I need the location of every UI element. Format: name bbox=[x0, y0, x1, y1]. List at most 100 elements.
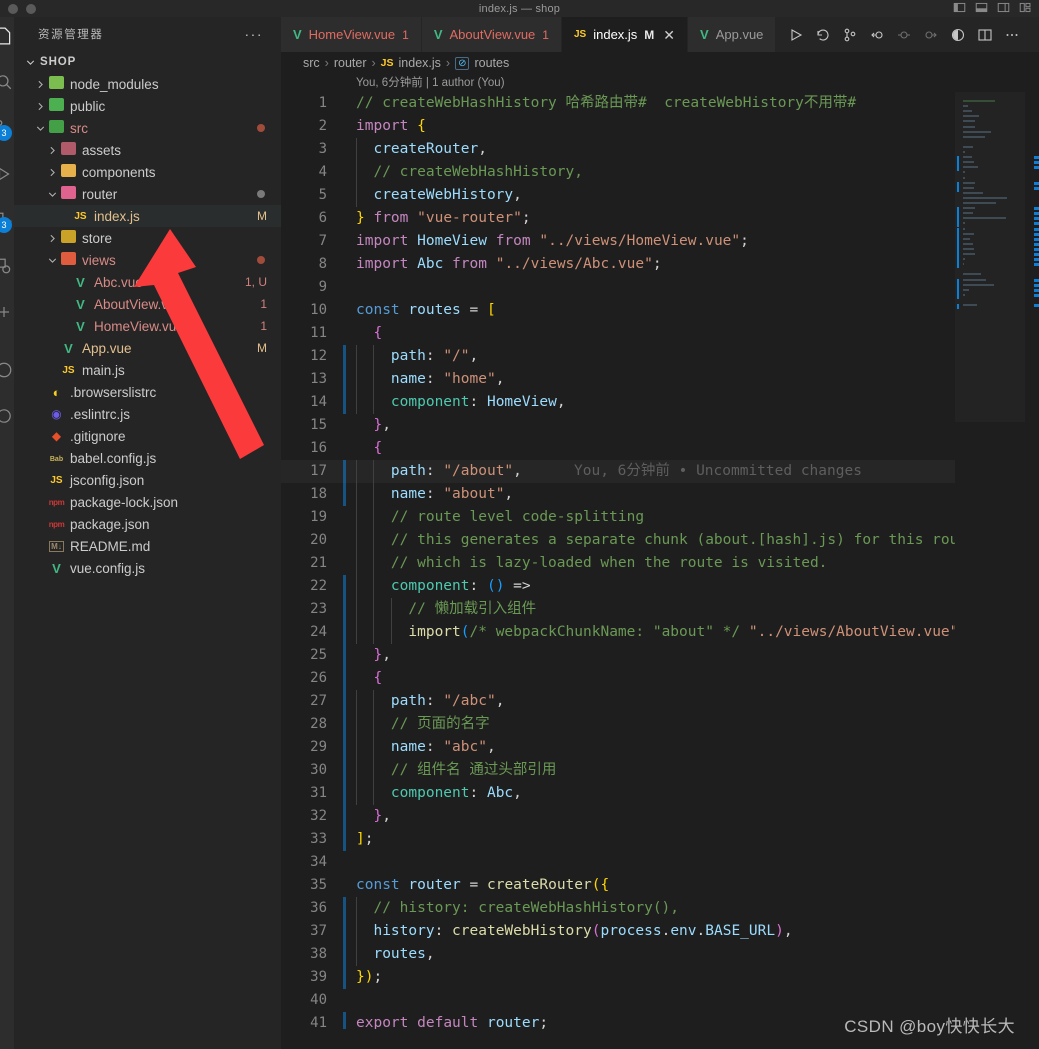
code-line-14[interactable]: 14 component: HomeView, bbox=[281, 391, 1039, 414]
toggle-panel-icon[interactable] bbox=[974, 1, 989, 14]
breadcrumb-item[interactable]: src bbox=[303, 56, 320, 70]
tree-item-assets[interactable]: assets bbox=[14, 139, 281, 161]
chevron-right-icon[interactable] bbox=[46, 166, 59, 179]
code-line-40[interactable]: 40 bbox=[281, 989, 1039, 1012]
customize-layout-icon[interactable] bbox=[1018, 1, 1033, 14]
tree-item-app-vue[interactable]: V App.vue M bbox=[14, 337, 281, 359]
code-line-25[interactable]: 25 }, bbox=[281, 644, 1039, 667]
tree-item-router[interactable]: router bbox=[14, 183, 281, 205]
clock-icon[interactable] bbox=[950, 27, 966, 43]
editor-tab-homeview-vue[interactable]: V HomeView.vue 1 bbox=[281, 17, 422, 52]
tree-item-package-json[interactable]: npm package.json bbox=[14, 513, 281, 535]
tree-item-index-js[interactable]: JS index.js M bbox=[14, 205, 281, 227]
chevron-down-icon[interactable] bbox=[34, 122, 47, 135]
tree-item-aboutview-vue[interactable]: V AboutView.vue 1 bbox=[14, 293, 281, 315]
split-editor-icon[interactable] bbox=[977, 27, 993, 43]
breadcrumb-item[interactable]: router bbox=[334, 56, 367, 70]
code-line-30[interactable]: 30 // 组件名 通过头部引用 bbox=[281, 759, 1039, 782]
tree-item-node_modules[interactable]: node_modules bbox=[14, 73, 281, 95]
tree-item-readme-md[interactable]: M↓ README.md bbox=[14, 535, 281, 557]
file-tree[interactable]: node_modules public src assets components rou… bbox=[14, 73, 281, 579]
code-line-3[interactable]: 3 createRouter, bbox=[281, 138, 1039, 161]
breadcrumb-item[interactable]: routes bbox=[474, 56, 509, 70]
code-line-4[interactable]: 4 // createWebHashHistory, bbox=[281, 161, 1039, 184]
tree-item-vue-config-js[interactable]: Vvue.config.js bbox=[14, 557, 281, 579]
explorer-more-actions-icon[interactable]: ··· bbox=[245, 27, 264, 41]
code-line-18[interactable]: 18 name: "about", bbox=[281, 483, 1039, 506]
code-line-38[interactable]: 38 routes, bbox=[281, 943, 1039, 966]
editor-tab-index-js[interactable]: JS index.js M ✕ bbox=[561, 17, 689, 52]
code-line-17[interactable]: 17 path: "/about", You, 6分钟前 • Uncommitte… bbox=[281, 460, 1039, 483]
code-line-23[interactable]: 23 // 懒加载引入组件 bbox=[281, 598, 1039, 621]
tree-item-babel-config-js[interactable]: Bab babel.config.js bbox=[14, 447, 281, 469]
activity-bar[interactable]: 3 3 bbox=[0, 17, 14, 1049]
code-line-28[interactable]: 28 // 页面的名字 bbox=[281, 713, 1039, 736]
code-editor[interactable]: 1 // createWebHashHistory 哈希路由带# createWe… bbox=[281, 92, 1039, 1029]
code-line-29[interactable]: 29 name: "abc", bbox=[281, 736, 1039, 759]
chevron-right-icon[interactable] bbox=[34, 100, 47, 113]
code-line-39[interactable]: 39}); bbox=[281, 966, 1039, 989]
code-line-12[interactable]: 12 path: "/", bbox=[281, 345, 1039, 368]
code-line-21[interactable]: 21 // which is lazy-loaded when the rout… bbox=[281, 552, 1039, 575]
toggle-secondary-sidebar-icon[interactable] bbox=[996, 1, 1011, 14]
tree-item-views[interactable]: views bbox=[14, 249, 281, 271]
code-line-7[interactable]: 7 import HomeView from "../views/HomeView… bbox=[281, 230, 1039, 253]
tree-item-src[interactable]: src bbox=[14, 117, 281, 139]
workspace-root-row[interactable]: SHOP bbox=[14, 51, 281, 73]
code-line-37[interactable]: 37 history: createWebHistory(process.env… bbox=[281, 920, 1039, 943]
more-actions-icon[interactable] bbox=[1004, 27, 1020, 43]
tree-item-package-lock-json[interactable]: npm package-lock.json bbox=[14, 491, 281, 513]
tree-item-components[interactable]: components bbox=[14, 161, 281, 183]
editor-tab-bar[interactable]: V HomeView.vue 1 V AboutView.vue 1 JS index.js M… bbox=[281, 17, 1039, 52]
code-line-31[interactable]: 31 component: Abc, bbox=[281, 782, 1039, 805]
editor-actions[interactable] bbox=[778, 17, 1030, 52]
history-icon[interactable] bbox=[815, 27, 831, 43]
breadcrumb[interactable]: src › router › JS index.js › ⊘ routes bbox=[281, 52, 1039, 74]
code-line-2[interactable]: 2 import { bbox=[281, 115, 1039, 138]
code-line-32[interactable]: 32 }, bbox=[281, 805, 1039, 828]
chevron-down-icon[interactable] bbox=[46, 254, 59, 267]
code-line-24[interactable]: 24 import(/* webpackChunkName: "about" *… bbox=[281, 621, 1039, 644]
code-line-13[interactable]: 13 name: "home", bbox=[281, 368, 1039, 391]
code-line-10[interactable]: 10 const routes = [ bbox=[281, 299, 1039, 322]
code-line-19[interactable]: 19 // route level code-splitting bbox=[281, 506, 1039, 529]
tree-item-abc-vue[interactable]: V Abc.vue 1, U bbox=[14, 271, 281, 293]
tree-item-homeview-vue[interactable]: V HomeView.vue 1 bbox=[14, 315, 281, 337]
minimap[interactable] bbox=[955, 92, 1025, 1029]
layout-toggle-group[interactable] bbox=[952, 1, 1033, 14]
editor-tab-aboutview-vue[interactable]: V AboutView.vue 1 bbox=[421, 17, 562, 52]
code-line-27[interactable]: 27 path: "/abc", bbox=[281, 690, 1039, 713]
tree-item-jsconfig-json[interactable]: JS jsconfig.json bbox=[14, 469, 281, 491]
code-line-16[interactable]: 16 { bbox=[281, 437, 1039, 460]
code-line-5[interactable]: 5 createWebHistory, bbox=[281, 184, 1039, 207]
code-line-26[interactable]: 26 { bbox=[281, 667, 1039, 690]
tree-item-public[interactable]: public bbox=[14, 95, 281, 117]
tree-item--eslintrc-js[interactable]: ◉ .eslintrc.js bbox=[14, 403, 281, 425]
code-line-34[interactable]: 34 bbox=[281, 851, 1039, 874]
close-tab-icon[interactable]: ✕ bbox=[663, 28, 675, 42]
source-control-icon[interactable] bbox=[842, 27, 858, 43]
tree-item--gitignore[interactable]: ◆ .gitignore bbox=[14, 425, 281, 447]
step-back-icon[interactable] bbox=[869, 27, 885, 43]
code-line-22[interactable]: 22 component: () => bbox=[281, 575, 1039, 598]
code-line-15[interactable]: 15 }, bbox=[281, 414, 1039, 437]
editor-tab-app-vue[interactable]: V App.vue bbox=[688, 17, 777, 52]
tree-item-main-js[interactable]: JS main.js bbox=[14, 359, 281, 381]
code-line-6[interactable]: 6} from "vue-router"; bbox=[281, 207, 1039, 230]
chevron-right-icon[interactable] bbox=[46, 144, 59, 157]
code-line-1[interactable]: 1 // createWebHashHistory 哈希路由带# createWe… bbox=[281, 92, 1039, 115]
minimap-slider[interactable] bbox=[955, 92, 1025, 422]
run-icon[interactable] bbox=[788, 27, 804, 43]
tree-item-store[interactable]: store bbox=[14, 227, 281, 249]
code-line-36[interactable]: 36 // history: createWebHashHistory(), bbox=[281, 897, 1039, 920]
code-line-20[interactable]: 20 // this generates a separate chunk (a… bbox=[281, 529, 1039, 552]
tree-item--browserslistrc[interactable]: ◐ .browserslistrc bbox=[14, 381, 281, 403]
toggle-primary-sidebar-icon[interactable] bbox=[952, 1, 967, 14]
chevron-right-icon[interactable] bbox=[46, 232, 59, 245]
code-line-9[interactable]: 9 bbox=[281, 276, 1039, 299]
breadcrumb-item[interactable]: index.js bbox=[399, 56, 441, 70]
chevron-down-icon[interactable] bbox=[46, 188, 59, 201]
code-line-8[interactable]: 8 import Abc from "../views/Abc.vue"; bbox=[281, 253, 1039, 276]
code-line-33[interactable]: 33]; bbox=[281, 828, 1039, 851]
chevron-right-icon[interactable] bbox=[34, 78, 47, 91]
